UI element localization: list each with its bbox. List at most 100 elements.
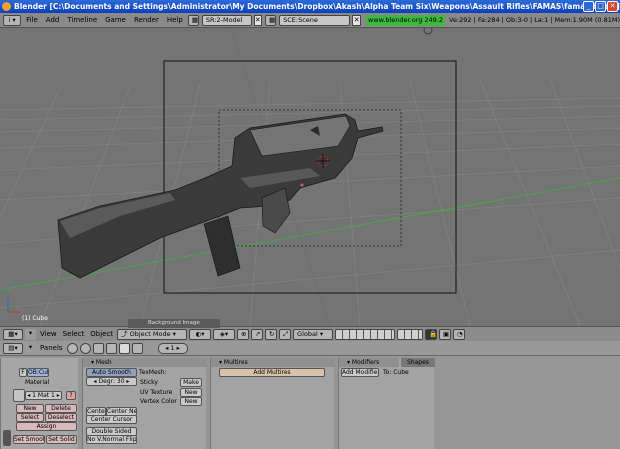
frame-field[interactable]: ◂ 1 ▸ <box>157 342 188 354</box>
menu-object[interactable]: Object <box>87 327 116 342</box>
set-solid-button[interactable]: Set Solid <box>46 435 77 444</box>
menu-view[interactable]: View <box>37 327 60 342</box>
draw-type-icon[interactable]: ◐▾ <box>189 328 212 340</box>
blender-url[interactable]: www.blender.org 249.2 <box>365 14 446 26</box>
lock-icon[interactable]: 🔒 <box>425 328 437 340</box>
multires-title-label: Multires <box>223 359 248 366</box>
3d-view-header: ▦▾ ▾ View Select Object ⤴ Object Mode ▾ … <box>0 326 620 341</box>
menu-select[interactable]: Select <box>60 327 88 342</box>
window-controls: _ □ ✕ <box>583 1 618 12</box>
maximize-icon[interactable]: □ <box>595 1 606 12</box>
menu-render[interactable]: Render <box>130 13 163 27</box>
uv-texture-label: UV Texture <box>140 389 173 396</box>
mesh-panel: ▾ Mesh Auto Smooth ◂ Degr: 30 ▸ TexMesh:… <box>82 358 207 449</box>
material-slot-field[interactable]: ◂ 1 Mat 1 ▸ <box>25 391 62 400</box>
mode-select-label: Object Mode <box>129 329 171 338</box>
window-title: Blender [C:\Documents and Settings\Admin… <box>14 2 620 11</box>
auto-smooth-toggle[interactable]: Auto Smooth <box>86 368 137 377</box>
background-image-tooltip: Background Image <box>128 319 220 328</box>
degr-value: Degr: 30 <box>98 378 125 385</box>
menu-help[interactable]: Help <box>163 13 187 27</box>
orientation-select[interactable]: Global ▾ <box>293 328 334 340</box>
translate-icon[interactable]: ↗ <box>251 328 264 340</box>
scale-icon[interactable]: ⤢ <box>279 328 292 340</box>
mesh-panel-title[interactable]: ▾ Mesh <box>83 358 207 367</box>
floor-grid <box>0 78 620 326</box>
menu-timeline[interactable]: Timeline <box>63 13 101 27</box>
material-delete-button[interactable]: Delete <box>45 404 77 413</box>
render-preview-icon[interactable]: ◔ <box>453 328 466 340</box>
multires-panel: ▾ Multires Add Multires <box>210 358 335 449</box>
window-type-icon[interactable]: i ▾ <box>3 14 22 26</box>
screen-field[interactable]: SR:2-Model <box>201 14 252 26</box>
scene-browse-icon[interactable]: ▦ <box>265 14 277 26</box>
collapse-menu-icon[interactable]: ▾ <box>25 328 36 340</box>
panels-label: Panels <box>40 343 63 352</box>
menu-add[interactable]: Add <box>42 13 64 27</box>
sticky-make-button[interactable]: Make <box>180 378 202 387</box>
screen-delete-icon[interactable]: ✕ <box>253 14 263 26</box>
material-slot-value: 1 Mat 1 <box>32 392 55 399</box>
background-image-label: Background Image <box>148 320 200 326</box>
3d-viewport[interactable]: (1) Cube <box>0 28 620 326</box>
layer-buttons-2[interactable] <box>397 328 424 340</box>
fake-user-button[interactable]: F <box>19 368 27 377</box>
orientation-label: Global <box>297 329 318 338</box>
material-help-button[interactable]: ? <box>66 391 76 400</box>
material-select-button[interactable]: Select <box>16 413 44 422</box>
script-icon[interactable] <box>79 342 91 354</box>
uv-texture-new-button[interactable]: New <box>180 388 202 397</box>
blender-app-icon <box>2 2 11 11</box>
scene-field[interactable]: SCE:Scene <box>279 14 351 26</box>
link-materials-panel: F OB:Cube Material ◂ 1 Mat 1 ▸ ? New Del… <box>0 358 78 449</box>
manipulator-toggle-icon[interactable]: ⊕ <box>237 328 250 340</box>
editing-icon[interactable] <box>118 342 130 354</box>
set-smooth-button[interactable]: Set Smoot <box>13 435 45 444</box>
modifiers-panel: ▾ Modifiers Shapes Add Modifier To: Cube <box>338 358 435 449</box>
lamp-icon <box>423 28 433 35</box>
modifier-target-label: To: Cube <box>383 369 409 376</box>
multires-panel-title[interactable]: ▾ Multires <box>211 358 335 367</box>
shapes-tab[interactable]: Shapes <box>401 358 435 367</box>
degr-field[interactable]: ◂ Degr: 30 ▸ <box>86 377 137 386</box>
buttons-collapse-icon[interactable]: ▾ <box>25 342 36 354</box>
scene-stats: Ve:292 | Fa:284 | Ob:3-0 | La:1 | Mem:1.… <box>449 16 620 24</box>
material-color-swatch[interactable] <box>13 389 25 402</box>
modifiers-tab[interactable]: ▾ Modifiers <box>339 358 399 367</box>
famas-rifle-model <box>57 113 384 279</box>
vertex-color-label: Vertex Color <box>140 398 177 405</box>
menu-file[interactable]: File <box>22 13 42 27</box>
material-deselect-button[interactable]: Deselect <box>45 413 77 422</box>
layer-buttons[interactable] <box>335 328 396 340</box>
occlusion-icon[interactable]: ▣ <box>439 328 452 340</box>
viewport-scene <box>0 28 620 326</box>
close-icon[interactable]: ✕ <box>607 1 618 12</box>
buttons-header: ▤▾ ▾ Panels ◂ 1 ▸ <box>0 341 620 356</box>
mode-select[interactable]: ⤴ Object Mode ▾ <box>117 328 188 340</box>
no-v-normal-flip-toggle[interactable]: No V.Normal Flip <box>86 435 137 444</box>
screen-browse-icon[interactable]: ▦ <box>187 14 199 26</box>
minimize-icon[interactable]: _ <box>583 1 594 12</box>
center-cursor-button[interactable]: Center Cursor <box>86 415 137 424</box>
add-multires-button[interactable]: Add Multires <box>219 368 325 377</box>
frame-value: 1 <box>170 343 175 352</box>
menu-game[interactable]: Game <box>101 13 130 27</box>
scene-icon[interactable] <box>131 342 143 354</box>
shading-icon[interactable] <box>92 342 104 354</box>
material-new-button[interactable]: New <box>16 404 44 413</box>
object-icon[interactable] <box>105 342 117 354</box>
sticky-label: Sticky <box>140 379 158 386</box>
rotate-icon[interactable]: ↻ <box>265 328 278 340</box>
buttons-editor-type-icon[interactable]: ▤▾ <box>3 342 23 354</box>
material-assign-button[interactable]: Assign <box>16 422 77 431</box>
vertex-color-new-button[interactable]: New <box>180 397 202 406</box>
material-label: Material <box>25 379 50 386</box>
add-modifier-button[interactable]: Add Modifier <box>341 368 379 377</box>
scene-delete-icon[interactable]: ✕ <box>352 14 361 26</box>
ob-name-field[interactable]: OB:Cube <box>27 368 49 377</box>
mesh-title-label: Mesh <box>95 359 112 366</box>
editor-type-icon[interactable]: ▦▾ <box>3 328 23 340</box>
logic-icon[interactable] <box>66 342 78 354</box>
panel-scroll-handle[interactable] <box>3 430 11 446</box>
pivot-icon[interactable]: ◈▾ <box>213 328 236 340</box>
